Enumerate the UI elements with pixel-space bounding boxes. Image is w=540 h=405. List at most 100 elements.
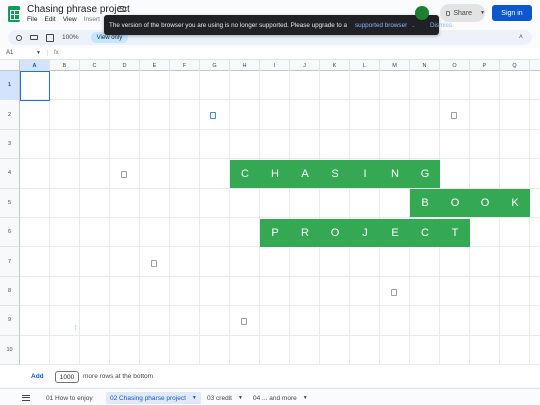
column-header-l[interactable]: L xyxy=(350,60,380,71)
phrase-letter-cell[interactable]: G xyxy=(410,168,440,180)
print-icon[interactable] xyxy=(30,35,38,40)
sheet-tab-4[interactable]: 04 ... and more ▼ xyxy=(249,392,312,404)
search-icon[interactable] xyxy=(16,34,22,41)
row-header-9[interactable]: 9 xyxy=(0,306,20,336)
collapse-toolbar-icon[interactable]: ˄ xyxy=(519,34,523,41)
gridline xyxy=(20,305,540,307)
cell-checkbox-icon[interactable] xyxy=(151,260,157,267)
phrase-letter-cell[interactable]: C xyxy=(410,227,440,239)
column-header-b[interactable]: B xyxy=(50,60,80,71)
column-header-d[interactable]: D xyxy=(110,60,140,71)
cloud-status-icon[interactable] xyxy=(117,6,126,12)
phrase-letter-cell[interactable]: E xyxy=(380,227,410,239)
column-header-n[interactable]: N xyxy=(410,60,440,71)
cell-checkbox-icon[interactable] xyxy=(391,289,397,296)
sheet-tab-label: 01 How to enjoy xyxy=(46,394,93,402)
chevron-down-icon: ▼ xyxy=(480,10,485,16)
row-header-3[interactable]: 3 xyxy=(0,129,20,160)
chevron-down-icon[interactable]: ▼ xyxy=(192,395,197,401)
fx-icon: fx xyxy=(47,50,59,56)
sheet-tab-label: 04 ... and more xyxy=(253,394,297,402)
row-header-10[interactable]: 10 xyxy=(0,335,20,365)
phrase-letter-cell[interactable]: S xyxy=(320,168,350,180)
sheet-tabs-bar: 01 How to enjoy 02 Chasing pharse projec… xyxy=(0,388,540,405)
menu-file[interactable]: File xyxy=(27,16,37,23)
column-header-j[interactable]: J xyxy=(290,60,320,71)
add-rows-suffix: more rows at the bottom xyxy=(83,373,154,380)
column-header-q[interactable]: Q xyxy=(500,60,530,71)
row-header-8[interactable]: 8 xyxy=(0,276,20,307)
sheet-tab-label: 03 credit xyxy=(207,394,232,402)
menu-view[interactable]: View xyxy=(63,16,77,23)
phrase-letter-cell[interactable]: I xyxy=(350,168,380,180)
phrase-letter-cell[interactable]: O xyxy=(470,197,500,209)
phrase-letter-cell[interactable]: C xyxy=(230,168,260,180)
row-header-6[interactable]: 6 xyxy=(0,218,20,248)
column-header-g[interactable]: G xyxy=(200,60,230,71)
phrase-letter-cell[interactable]: A xyxy=(290,168,320,180)
phrase-letter-cell[interactable]: B xyxy=(410,197,440,209)
add-rows-button[interactable]: Add xyxy=(31,373,44,380)
cell-checkbox-icon[interactable] xyxy=(241,318,247,325)
phrase-letter-cell[interactable]: K xyxy=(500,197,530,209)
phrase-letter-cell[interactable]: O xyxy=(440,197,470,209)
phrase-letter-cell[interactable]: N xyxy=(380,168,410,180)
menu-edit[interactable]: Edit xyxy=(44,16,55,23)
name-box-dropdown-icon[interactable]: ▼ xyxy=(36,50,41,56)
gridline xyxy=(229,71,230,365)
user-avatar[interactable] xyxy=(415,6,429,20)
phrase-letter-cell[interactable]: H xyxy=(260,168,290,180)
phrase-letter-cell[interactable]: J xyxy=(350,227,380,239)
row-header-7[interactable]: 7 xyxy=(0,247,20,277)
sheet-tab-2[interactable]: 02 Chasing pharse project ▼ xyxy=(106,392,201,404)
document-title[interactable]: Chasing phrase project xyxy=(27,4,130,15)
select-all-corner[interactable] xyxy=(0,60,20,71)
share-button[interactable]: Share ▼ xyxy=(440,4,485,22)
sheet-tab-1[interactable]: 01 How to enjoy xyxy=(42,392,97,404)
phrase-row-5[interactable]: BOOK xyxy=(410,189,530,218)
rows-count-input[interactable]: 1000 xyxy=(55,371,79,383)
column-header-i[interactable]: I xyxy=(260,60,290,71)
row-header-5[interactable]: 5 xyxy=(0,188,20,218)
phrase-row-6[interactable]: PROJECT xyxy=(260,218,470,247)
row-header-4[interactable]: 4 xyxy=(0,159,20,189)
name-box[interactable]: A1 xyxy=(6,50,13,56)
spreadsheet-grid[interactable]: ABCDEFGHIJKLMNOPQ 1 2 3 4 5 6 7 8 9 10 C H A S I N G B O O K… xyxy=(0,60,540,365)
column-header-k[interactable]: K xyxy=(320,60,350,71)
cell-checkbox-icon[interactable] xyxy=(210,112,216,119)
cell-checkbox-icon[interactable] xyxy=(451,112,457,119)
paint-format-icon[interactable] xyxy=(46,33,54,42)
all-sheets-icon[interactable] xyxy=(22,395,30,401)
dismiss-button[interactable]: Dismiss xyxy=(430,22,452,29)
phrase-letter-cell[interactable]: T xyxy=(440,227,470,239)
column-header-h[interactable]: H xyxy=(230,60,260,71)
column-header-e[interactable]: E xyxy=(140,60,170,71)
chevron-down-icon[interactable]: ▼ xyxy=(238,395,243,401)
column-headers: ABCDEFGHIJKLMNOPQ xyxy=(0,60,540,71)
column-header-m[interactable]: M xyxy=(380,60,410,71)
zoom-select[interactable]: 100% xyxy=(62,34,79,41)
column-header-a[interactable]: A xyxy=(20,60,50,71)
phrase-letter-cell[interactable]: P xyxy=(260,227,290,239)
column-header-p[interactable]: P xyxy=(470,60,500,71)
column-header-f[interactable]: F xyxy=(170,60,200,71)
column-header-c[interactable]: C xyxy=(80,60,110,71)
sheets-logo-icon[interactable] xyxy=(8,6,20,22)
cell-link-icon[interactable]: ⁞ xyxy=(75,326,77,332)
gridline xyxy=(79,71,80,365)
row-header-1[interactable]: 1 xyxy=(0,71,20,101)
cell-checkbox-icon[interactable] xyxy=(121,171,127,178)
sign-in-button[interactable]: Sign in xyxy=(492,5,532,21)
active-cell-a1[interactable] xyxy=(20,71,50,101)
banner-message: The version of the browser you are using… xyxy=(109,21,348,29)
sheet-tab-3[interactable]: 03 credit ▼ xyxy=(203,392,247,404)
supported-browser-link[interactable]: supported browser xyxy=(355,22,407,29)
menu-insert[interactable]: Insert xyxy=(84,16,100,23)
phrase-letter-cell[interactable]: R xyxy=(290,227,320,239)
phrase-row-4[interactable]: CHASING xyxy=(230,159,440,189)
row-header-2[interactable]: 2 xyxy=(0,100,20,130)
gridline xyxy=(109,71,110,365)
chevron-down-icon[interactable]: ▼ xyxy=(303,395,308,401)
column-header-o[interactable]: O xyxy=(440,60,470,71)
phrase-letter-cell[interactable]: O xyxy=(320,227,350,239)
